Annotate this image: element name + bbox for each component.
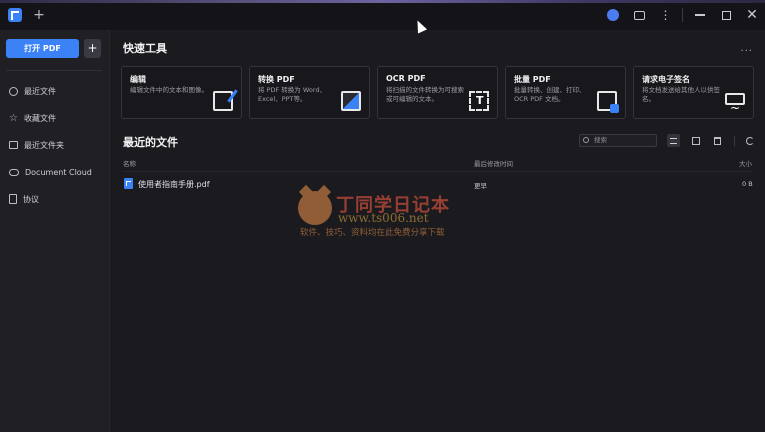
create-button[interactable]: + [84, 39, 101, 58]
tool-card-ocr[interactable]: OCR PDF 将扫描的文件转换为可搜索或可编辑的文本。 [377, 66, 498, 119]
refresh-button[interactable] [743, 134, 756, 147]
watermark-url: www.ts006.net [338, 211, 429, 225]
header-divider [123, 171, 753, 172]
grid-view-button[interactable] [689, 134, 702, 147]
avatar-icon [607, 9, 619, 21]
signature-icon [725, 93, 745, 115]
convert-icon [341, 91, 361, 111]
sidebar-item-label: 协议 [23, 194, 39, 204]
pdf-file-icon [124, 178, 133, 189]
account-button[interactable] [602, 4, 624, 26]
document-icon [9, 194, 17, 204]
card-title: 编辑 [130, 75, 146, 84]
refresh-icon [745, 136, 754, 145]
sidebar-item-label: Document Cloud [25, 167, 92, 177]
list-icon [670, 137, 677, 144]
search-icon [583, 137, 589, 143]
star-icon: ☆ [9, 112, 18, 124]
maximize-button[interactable] [715, 4, 737, 26]
app-logo-icon [8, 8, 22, 22]
card-description: 将文档发送给其他人以供签名。 [642, 86, 720, 103]
file-size: 0 B [742, 180, 753, 188]
sidebar-item-agreement[interactable]: 协议 [9, 191, 39, 207]
kebab-icon: ⋮ [659, 8, 672, 22]
grid-icon [691, 136, 700, 145]
edit-icon [213, 91, 233, 111]
card-description: 将 PDF 转换为 Word、Excel、PPT等。 [258, 86, 327, 103]
column-header-modified[interactable]: 最后修改时间 [474, 158, 513, 168]
tool-card-signature[interactable]: 请求电子签名 将文档发送给其他人以供签名。 [633, 66, 754, 119]
batch-icon [597, 91, 619, 113]
sidebar: 打开 PDF + 最近文件 ☆ 收藏文件 最近文件夹 Document Clou… [0, 30, 110, 432]
card-description: 将扫描的文件转换为可搜索或可编辑的文本。 [386, 86, 464, 103]
tool-card-batch[interactable]: 批量 PDF 批量转换、创建、打印、OCR PDF 文档。 [505, 66, 626, 119]
sidebar-item-label: 最近文件夹 [24, 140, 64, 150]
recent-files-title: 最近的文件 [123, 136, 178, 149]
column-header-size[interactable]: 大小 [739, 158, 752, 168]
card-title: 转换 PDF [258, 75, 295, 84]
watermark: 丁同学日记本 www.ts006.net 软件、技巧、资料均在此免费分享下载 [296, 189, 466, 239]
more-menu-button[interactable]: ⋮ [654, 4, 676, 26]
close-button[interactable]: ✕ [741, 4, 763, 26]
sidebar-item-favorites[interactable]: ☆ 收藏文件 [9, 110, 56, 126]
maximize-icon [721, 10, 731, 20]
sidebar-item-recent-files[interactable]: 最近文件 [9, 83, 56, 99]
card-description: 批量转换、创建、打印、OCR PDF 文档。 [514, 86, 586, 103]
more-options-button[interactable]: ... [740, 43, 753, 54]
card-title: OCR PDF [386, 74, 426, 83]
sidebar-item-document-cloud[interactable]: Document Cloud [9, 164, 92, 180]
sidebar-item-label: 收藏文件 [24, 113, 56, 123]
close-icon: ✕ [746, 7, 758, 23]
folder-icon [9, 141, 18, 149]
file-modified: 更早 [474, 182, 487, 190]
feedback-button[interactable] [628, 4, 650, 26]
card-title: 批量 PDF [514, 75, 551, 84]
tool-card-convert[interactable]: 转换 PDF 将 PDF 转换为 Word、Excel、PPT等。 [249, 66, 370, 119]
column-header-name[interactable]: 名称 [123, 158, 136, 168]
clear-button[interactable] [711, 134, 724, 147]
minimize-icon [695, 14, 705, 16]
ocr-icon [469, 91, 489, 111]
list-view-button[interactable] [667, 134, 680, 147]
titlebar-separator [682, 8, 683, 22]
title-bar: + ⋮ ✕ [0, 0, 765, 30]
sidebar-item-recent-folders[interactable]: 最近文件夹 [9, 137, 64, 153]
card-description: 编辑文件中的文本和图像。 [130, 86, 208, 94]
new-tab-button[interactable]: + [32, 6, 46, 24]
toolbar-separator [734, 136, 735, 146]
trash-icon [714, 136, 721, 145]
cloud-icon [9, 168, 19, 176]
search-input[interactable]: 搜索 [579, 134, 657, 147]
sidebar-item-label: 最近文件 [24, 86, 56, 96]
minimize-button[interactable] [689, 4, 711, 26]
chat-icon [633, 10, 645, 20]
watermark-subtitle: 软件、技巧、资料均在此免费分享下载 [300, 228, 445, 238]
card-title: 请求电子签名 [642, 75, 690, 84]
dog-logo-icon [298, 191, 332, 225]
tool-card-edit[interactable]: 编辑 编辑文件中的文本和图像。 [121, 66, 242, 119]
window-controls: ⋮ ✕ [600, 0, 765, 30]
clock-icon [9, 86, 18, 96]
quick-tools-title: 快速工具 [123, 42, 167, 55]
file-name: 使用者指南手册.pdf [138, 180, 210, 189]
sidebar-divider [6, 70, 102, 71]
open-pdf-button[interactable]: 打开 PDF [6, 39, 79, 58]
